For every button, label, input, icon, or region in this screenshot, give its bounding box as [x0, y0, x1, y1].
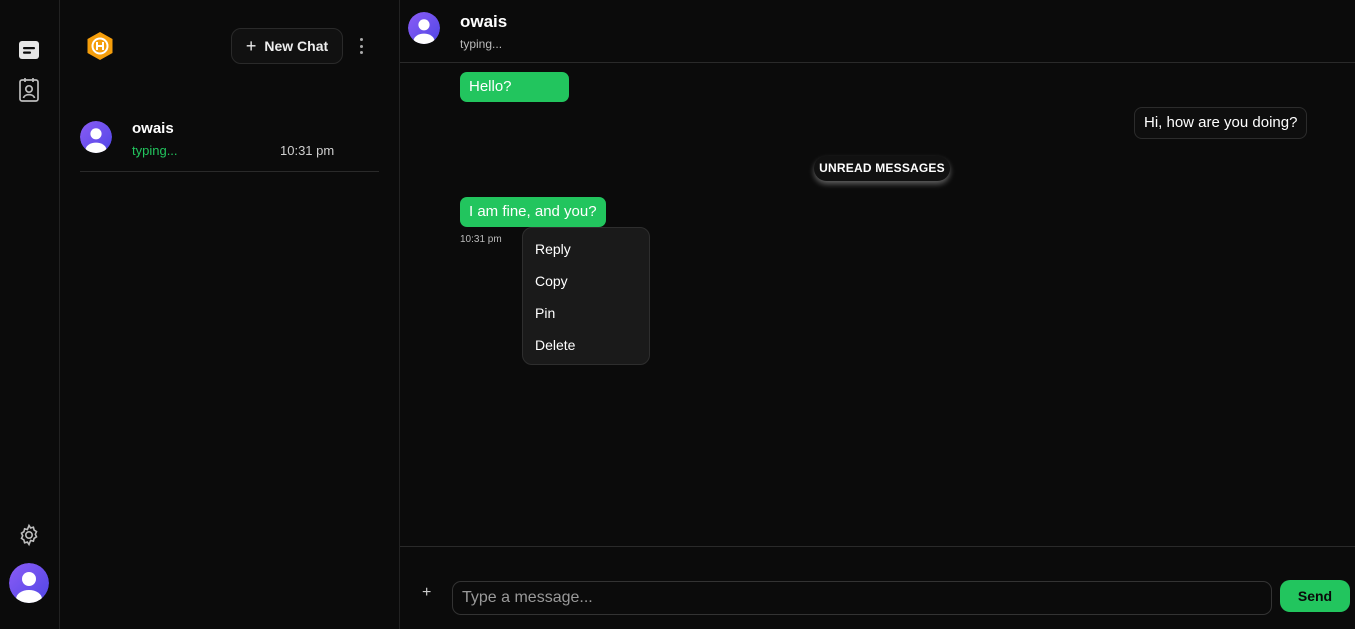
message-bubble-incoming[interactable]: I am fine, and you? [460, 197, 606, 227]
more-options-icon[interactable] [353, 36, 369, 56]
menu-item-reply[interactable]: Reply [523, 236, 649, 268]
contact-status: typing... [460, 37, 503, 51]
plus-icon: + [245, 36, 257, 56]
profile-avatar[interactable] [9, 563, 49, 603]
chat-time: 10:31 pm [280, 143, 335, 158]
conversation-panel: owais typing... Hello? Hi, how are you d… [400, 0, 1355, 629]
chat-list-panel: + New Chat owais typing... 10:31 pm [60, 0, 400, 629]
chat-name: owais [132, 120, 174, 137]
new-chat-label: New Chat [264, 38, 329, 54]
avatar [80, 121, 112, 153]
contacts-icon[interactable] [16, 77, 42, 103]
nav-rail [0, 0, 60, 629]
chat-list-item[interactable]: owais typing... 10:31 pm [80, 110, 379, 172]
contact-name: owais [460, 12, 508, 31]
menu-item-copy[interactable]: Copy [523, 268, 649, 300]
chat-status: typing... [132, 143, 178, 158]
message-input[interactable] [452, 581, 1272, 615]
send-button[interactable]: Send [1280, 580, 1350, 612]
unread-divider: UNREAD MESSAGES [814, 156, 950, 181]
message-bubble-incoming[interactable]: Hello? [460, 72, 569, 102]
menu-item-pin[interactable]: Pin [523, 300, 649, 332]
message-time: 10:31 pm [460, 234, 502, 245]
menu-item-delete[interactable]: Delete [523, 332, 649, 364]
conversation-header: owais typing... [400, 0, 1355, 63]
chats-icon[interactable] [16, 37, 42, 63]
message-composer: + Send [400, 546, 1355, 629]
new-chat-button[interactable]: + New Chat [231, 28, 343, 64]
message-bubble-outgoing[interactable]: Hi, how are you doing? [1134, 107, 1308, 139]
app-logo-icon [85, 31, 115, 61]
settings-icon[interactable] [16, 522, 42, 548]
message-context-menu: Reply Copy Pin Delete [522, 227, 650, 365]
attach-icon[interactable]: + [422, 585, 431, 601]
avatar[interactable] [408, 12, 440, 44]
